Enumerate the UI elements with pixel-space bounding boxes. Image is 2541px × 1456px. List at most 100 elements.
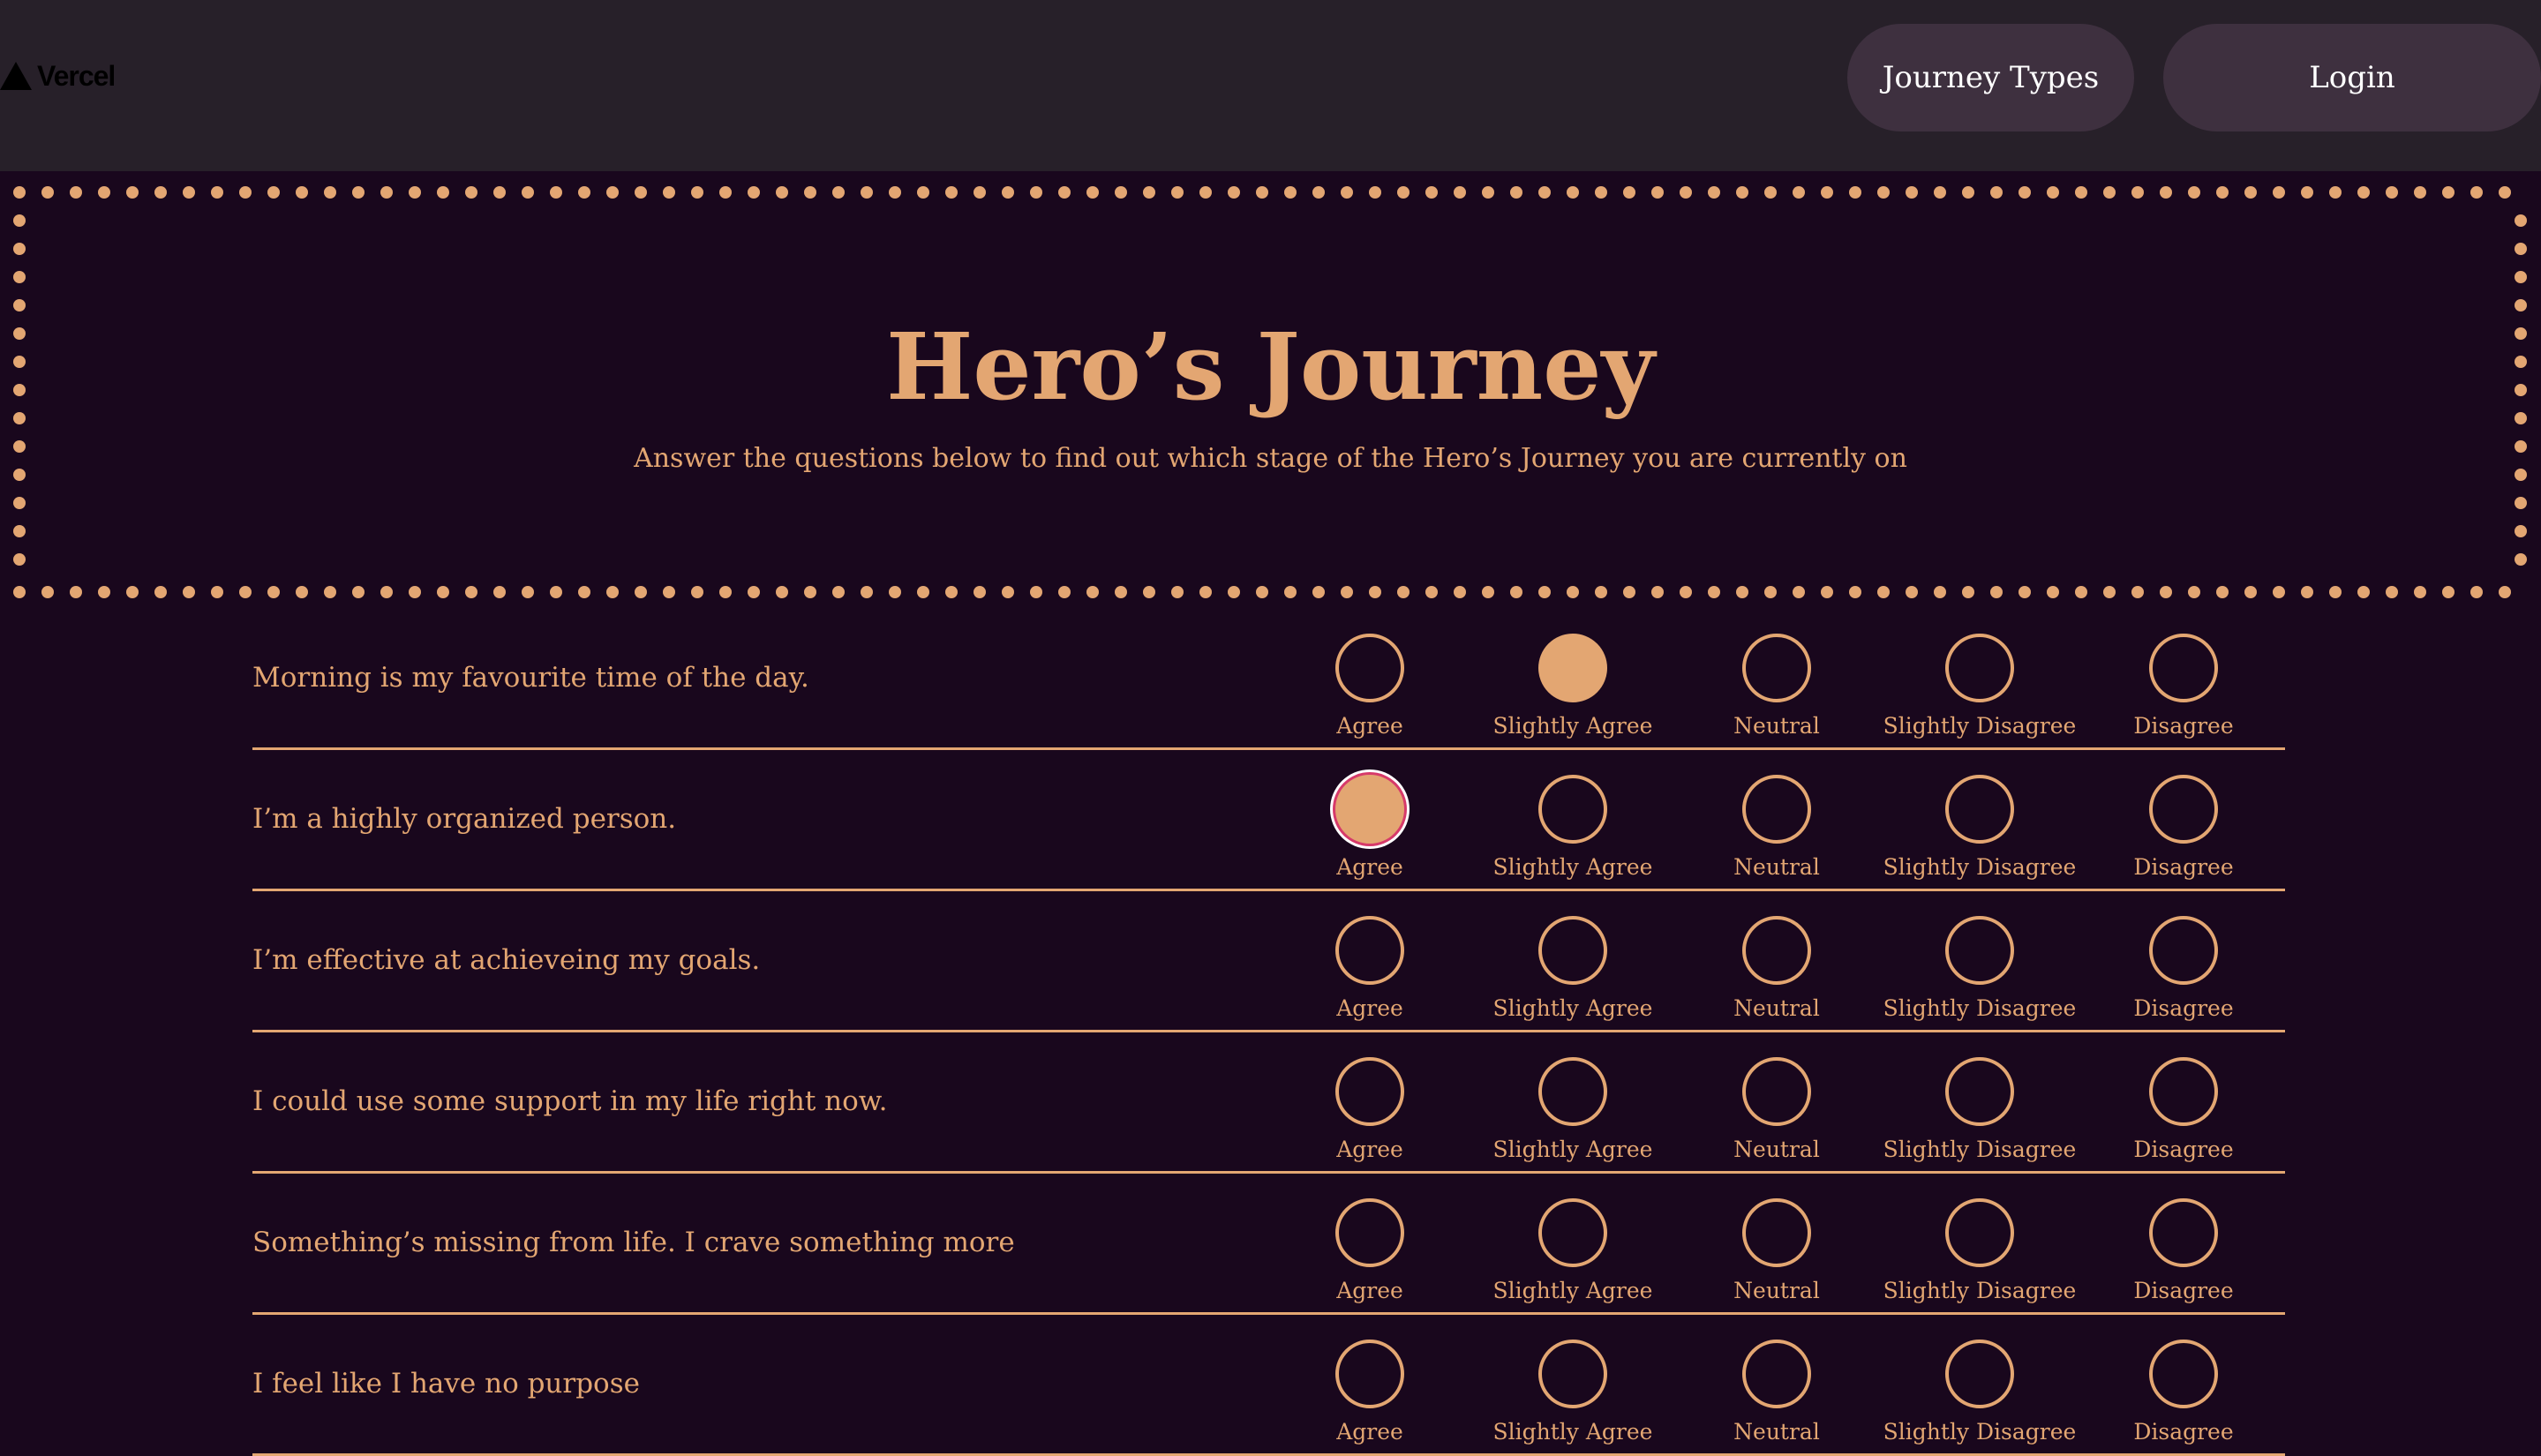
- radio-button[interactable]: [2149, 1340, 2218, 1408]
- option-neutral[interactable]: Neutral: [1675, 634, 1878, 739]
- option-slightly-disagree[interactable]: Slightly Disagree: [1878, 634, 2081, 739]
- option-disagree[interactable]: Disagree: [2082, 1057, 2285, 1162]
- border-dot: [2301, 586, 2313, 598]
- border-dot: [1651, 586, 1664, 598]
- option-neutral[interactable]: Neutral: [1675, 1198, 1878, 1303]
- option-slightly-agree[interactable]: Slightly Agree: [1471, 1198, 1674, 1303]
- border-dot: [1030, 586, 1042, 598]
- border-dot: [126, 186, 139, 199]
- border-dot: [691, 186, 703, 199]
- border-dot: [13, 214, 26, 227]
- radio-button[interactable]: [1742, 634, 1811, 702]
- border-dot: [2386, 186, 2398, 199]
- option-slightly-agree[interactable]: Slightly Agree: [1471, 634, 1674, 739]
- radio-button[interactable]: [1945, 1198, 2014, 1267]
- radio-button[interactable]: [2149, 1198, 2218, 1267]
- radio-button[interactable]: [1538, 916, 1607, 985]
- border-dot: [1651, 186, 1664, 199]
- border-dot: [1171, 186, 1184, 199]
- radio-button[interactable]: [1742, 916, 1811, 985]
- quiz-form: Morning is my favourite time of the day.…: [252, 609, 2285, 1456]
- option-disagree[interactable]: Disagree: [2082, 634, 2285, 739]
- radio-button[interactable]: [1742, 1340, 1811, 1408]
- radio-button[interactable]: [1945, 775, 2014, 844]
- radio-button[interactable]: [1335, 1340, 1404, 1408]
- border-dot: [1228, 586, 1240, 598]
- radio-button[interactable]: [2149, 634, 2218, 702]
- border-dot: [635, 586, 647, 598]
- option-agree[interactable]: Agree: [1268, 916, 1471, 1021]
- border-dot: [267, 586, 280, 598]
- journey-types-button[interactable]: Journey Types: [1847, 24, 2134, 131]
- option-agree[interactable]: Agree: [1268, 1057, 1471, 1162]
- radio-button[interactable]: [1945, 1340, 2014, 1408]
- radio-button[interactable]: [1538, 1198, 1607, 1267]
- border-dot: [1877, 186, 1890, 199]
- border-dot: [154, 586, 167, 598]
- border-dot: [465, 586, 477, 598]
- border-dot: [1793, 186, 1805, 199]
- border-dot: [2515, 271, 2527, 283]
- option-slightly-disagree[interactable]: Slightly Disagree: [1878, 1057, 2081, 1162]
- option-slightly-disagree[interactable]: Slightly Disagree: [1878, 1340, 2081, 1445]
- option-label: Neutral: [1733, 995, 1820, 1021]
- triangle-icon: [0, 62, 32, 90]
- border-dot: [635, 186, 647, 199]
- border-dot: [13, 586, 26, 598]
- radio-button[interactable]: [1335, 1057, 1404, 1126]
- option-slightly-disagree[interactable]: Slightly Disagree: [1878, 1198, 2081, 1303]
- option-agree[interactable]: Agree: [1268, 1198, 1471, 1303]
- login-button[interactable]: Login: [2163, 24, 2541, 131]
- radio-button[interactable]: [1538, 775, 1607, 844]
- option-neutral[interactable]: Neutral: [1675, 775, 1878, 880]
- question-text: Morning is my favourite time of the day.: [252, 662, 809, 694]
- radio-button-selected[interactable]: [1538, 634, 1607, 702]
- border-dot: [2329, 186, 2342, 199]
- radio-button[interactable]: [1742, 1198, 1811, 1267]
- border-dot: [2515, 525, 2527, 537]
- option-neutral[interactable]: Neutral: [1675, 1340, 1878, 1445]
- radio-button[interactable]: [1742, 1057, 1811, 1126]
- option-slightly-disagree[interactable]: Slightly Disagree: [1878, 775, 2081, 880]
- option-disagree[interactable]: Disagree: [2082, 1198, 2285, 1303]
- option-agree[interactable]: Agree: [1268, 634, 1471, 739]
- option-agree[interactable]: Agree: [1268, 1340, 1471, 1445]
- radio-button[interactable]: [2149, 1057, 2218, 1126]
- radio-button[interactable]: [1335, 916, 1404, 985]
- option-disagree[interactable]: Disagree: [2082, 916, 2285, 1021]
- border-dot: [2019, 586, 2031, 598]
- border-dot: [691, 586, 703, 598]
- radio-button[interactable]: [1945, 916, 2014, 985]
- radio-button[interactable]: [2149, 916, 2218, 985]
- radio-button[interactable]: [2149, 775, 2218, 844]
- option-neutral[interactable]: Neutral: [1675, 1057, 1878, 1162]
- radio-button[interactable]: [1945, 1057, 2014, 1126]
- radio-button[interactable]: [1945, 634, 2014, 702]
- option-slightly-agree[interactable]: Slightly Agree: [1471, 916, 1674, 1021]
- radio-button-selected[interactable]: [1335, 775, 1404, 844]
- radio-button[interactable]: [1742, 775, 1811, 844]
- border-dot: [13, 553, 26, 566]
- radio-button[interactable]: [1538, 1057, 1607, 1126]
- border-dot: [2103, 586, 2116, 598]
- border-dot: [719, 186, 732, 199]
- question-row: I feel like I have no purpose Agree Slig…: [252, 1315, 2285, 1456]
- option-slightly-agree[interactable]: Slightly Agree: [1471, 1057, 1674, 1162]
- border-dot: [1821, 586, 1833, 598]
- option-slightly-agree[interactable]: Slightly Agree: [1471, 775, 1674, 880]
- option-disagree[interactable]: Disagree: [2082, 775, 2285, 880]
- option-slightly-disagree[interactable]: Slightly Disagree: [1878, 916, 2081, 1021]
- border-dot: [889, 186, 901, 199]
- border-dot: [70, 586, 82, 598]
- border-dot: [1567, 586, 1579, 598]
- border-dot: [861, 586, 873, 598]
- radio-button[interactable]: [1335, 1198, 1404, 1267]
- radio-button[interactable]: [1538, 1340, 1607, 1408]
- option-disagree[interactable]: Disagree: [2082, 1340, 2285, 1445]
- vercel-logo[interactable]: Vercel: [0, 58, 116, 94]
- radio-button[interactable]: [1335, 634, 1404, 702]
- option-agree[interactable]: Agree: [1268, 775, 1471, 880]
- option-slightly-agree[interactable]: Slightly Agree: [1471, 1340, 1674, 1445]
- option-neutral[interactable]: Neutral: [1675, 916, 1878, 1021]
- border-dot: [776, 586, 788, 598]
